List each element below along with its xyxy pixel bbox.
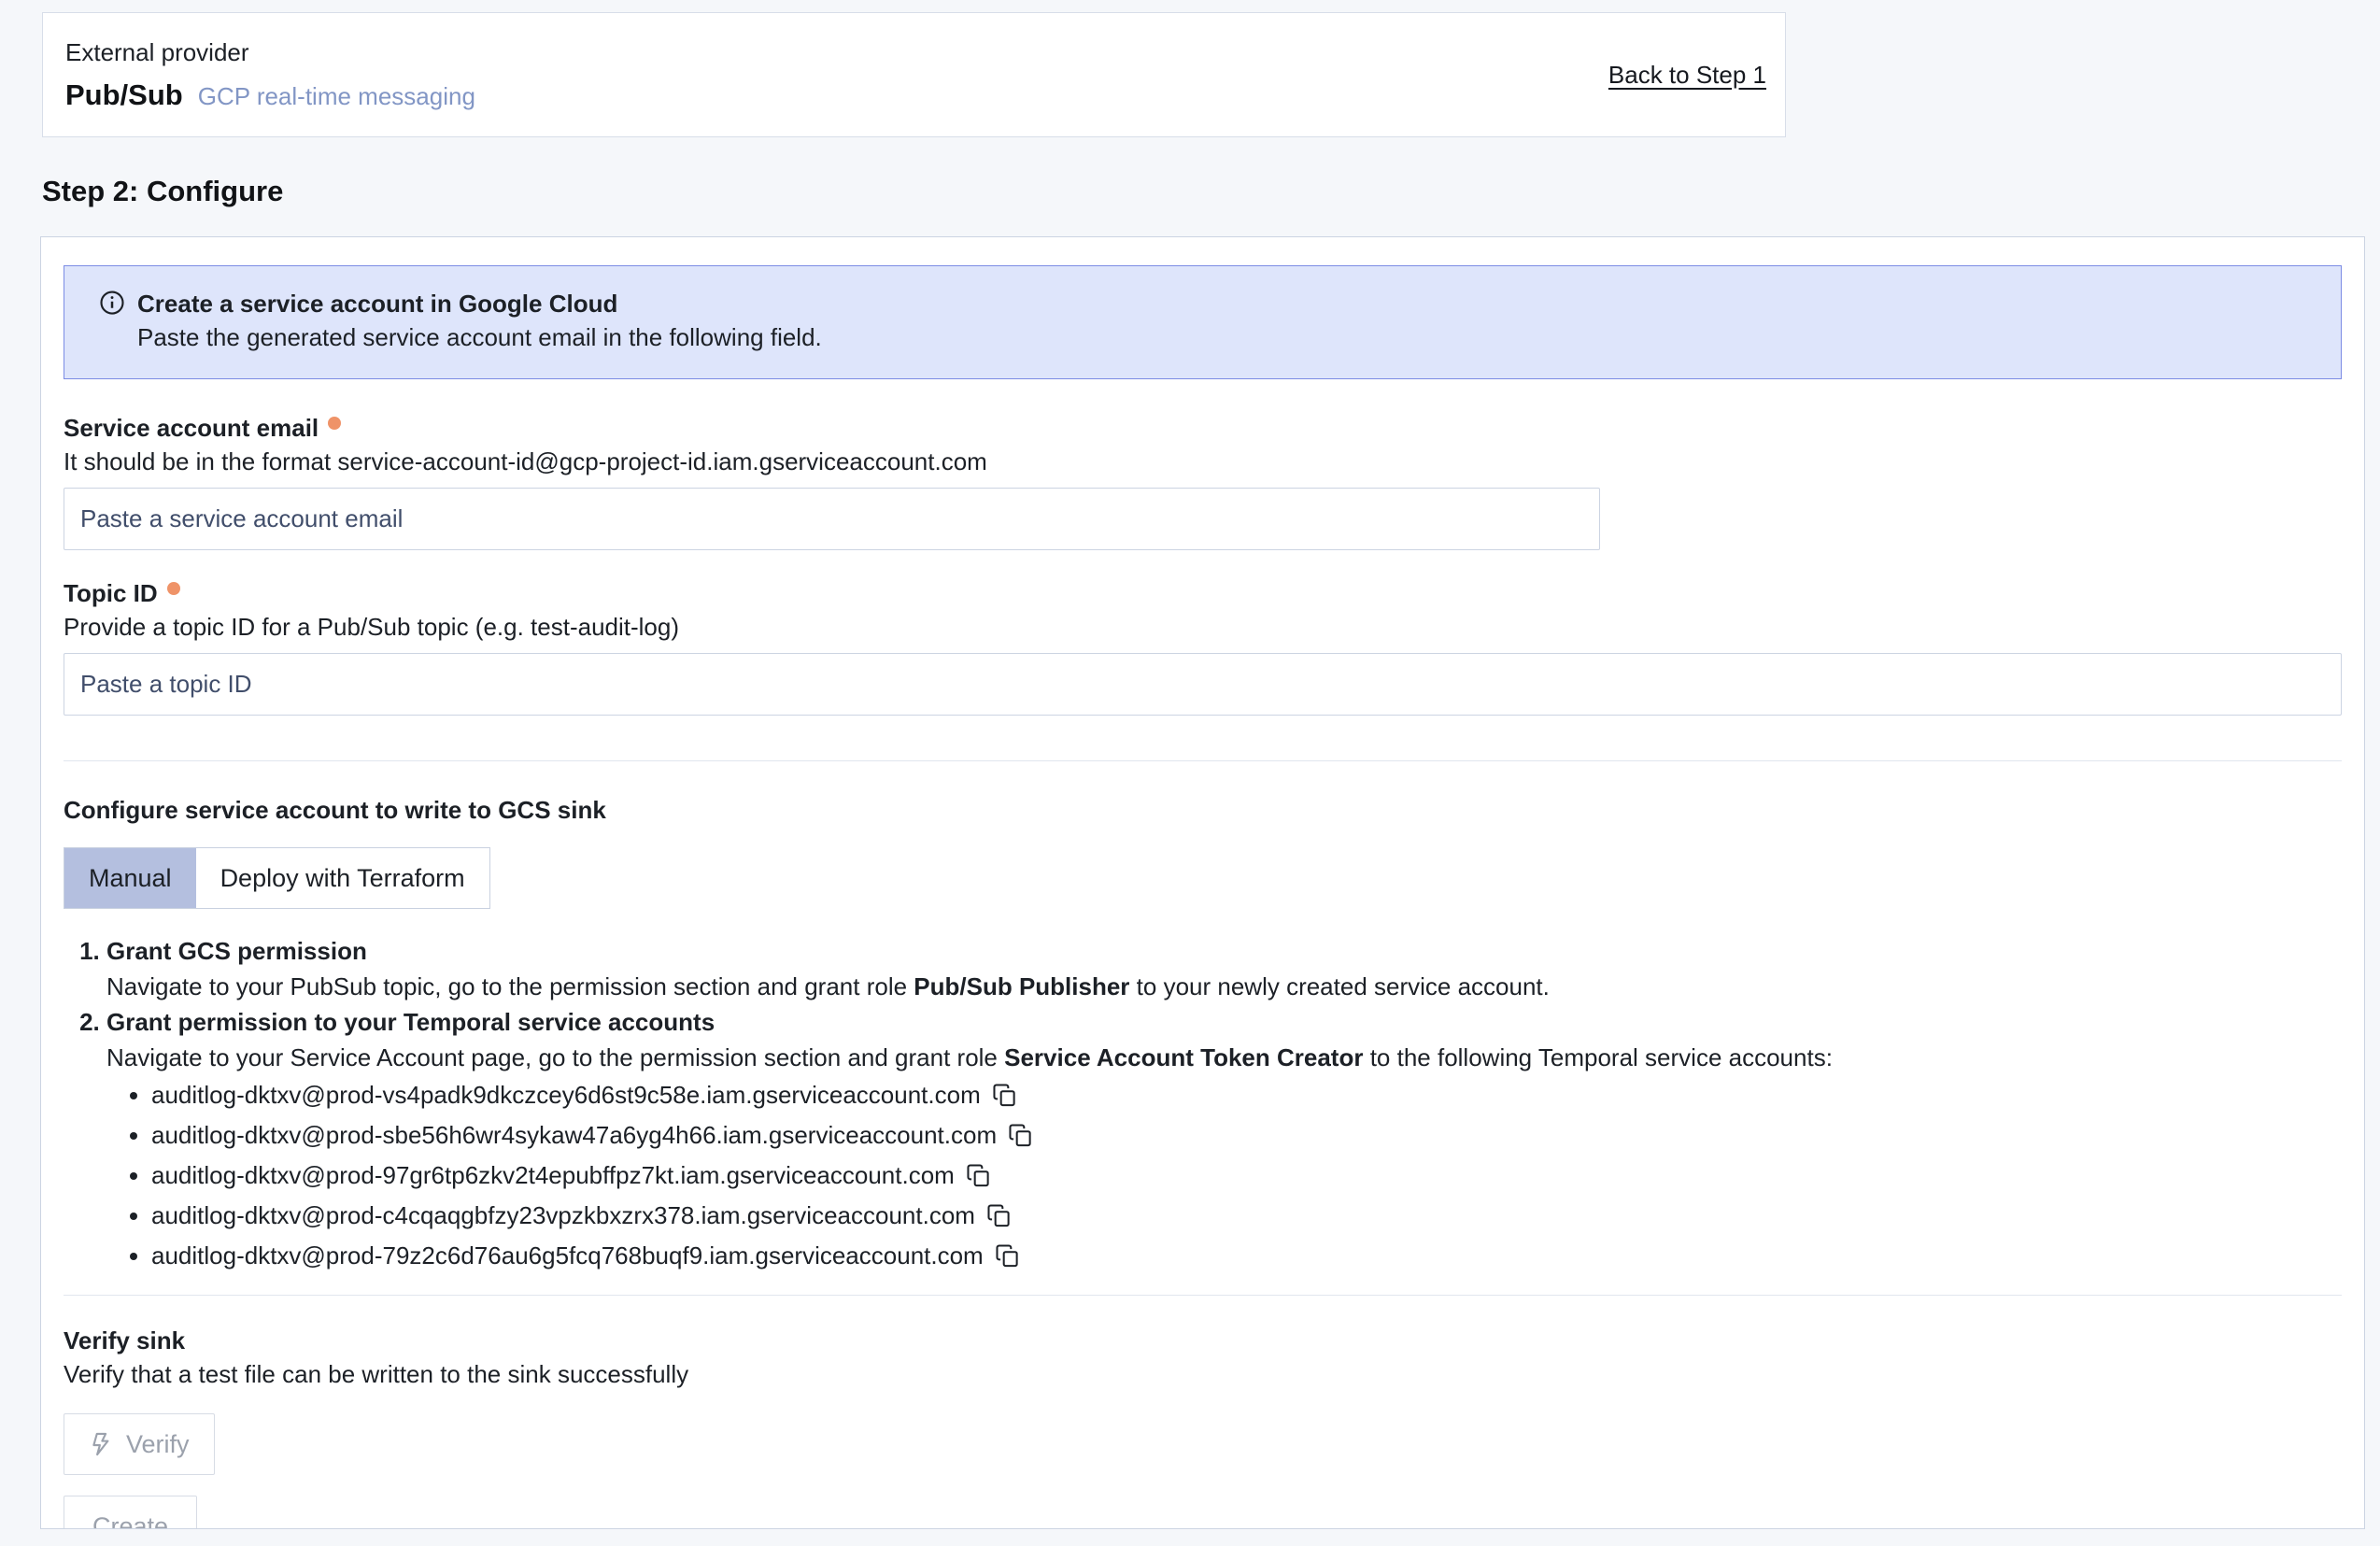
provider-description: GCP real-time messaging [198, 82, 475, 111]
step-2-role-name: Service Account Token Creator [1004, 1043, 1363, 1071]
info-banner-text: Create a service account in Google Cloud… [137, 287, 822, 360]
create-button[interactable]: Create [64, 1496, 197, 1529]
deploy-method-tabs: Manual Deploy with Terraform [64, 847, 490, 909]
page-title: Step 2: Configure [42, 175, 2380, 208]
step-1-body-prefix: Navigate to your PubSub topic, go to the… [106, 972, 914, 1000]
step-2-body-suffix: to the following Temporal service accoun… [1363, 1043, 1832, 1071]
copy-icon[interactable] [992, 1082, 1017, 1117]
instruction-step-2: Grant permission to your Temporal servic… [106, 1004, 2342, 1278]
temporal-service-account-email: auditlog-dktxv@prod-97gr6tp6zkv2t4epubff… [151, 1161, 955, 1189]
topic-id-group: Topic ID Provide a topic ID for a Pub/Su… [64, 576, 2342, 716]
step-1-role-name: Pub/Sub Publisher [914, 972, 1129, 1000]
copy-icon[interactable] [986, 1202, 1012, 1238]
list-item: auditlog-dktxv@prod-vs4padk9dkczcey6d6st… [151, 1077, 2342, 1117]
verify-sink-title: Verify sink [64, 1324, 2342, 1357]
temporal-service-account-email: auditlog-dktxv@prod-vs4padk9dkczcey6d6st… [151, 1081, 981, 1109]
section-divider [64, 1295, 2342, 1296]
step-2-body: Navigate to your Service Account page, g… [106, 1040, 2342, 1075]
temporal-service-account-email: auditlog-dktxv@prod-79z2c6d76au6g5fcq768… [151, 1241, 984, 1269]
step-1-body-suffix: to your newly created service account. [1129, 972, 1549, 1000]
info-banner-description: Paste the generated service account emai… [137, 320, 822, 354]
provider-name: Pub/Sub [65, 78, 183, 112]
list-item: auditlog-dktxv@prod-sbe56h6wr4sykaw47a6y… [151, 1117, 2342, 1157]
service-account-email-input[interactable] [64, 488, 1600, 550]
service-account-email-list: auditlog-dktxv@prod-vs4padk9dkczcey6d6st… [106, 1077, 2342, 1278]
verify-sink-description: Verify that a test file can be written t… [64, 1357, 2342, 1391]
temporal-service-account-email: auditlog-dktxv@prod-sbe56h6wr4sykaw47a6y… [151, 1121, 997, 1149]
tab-manual[interactable]: Manual [64, 848, 196, 908]
step-2-title: Grant permission to your Temporal servic… [106, 1004, 2342, 1040]
provider-name-row: Pub/Sub GCP real-time messaging [65, 78, 475, 112]
provider-card-label: External provider [65, 38, 475, 67]
configure-section-title: Configure service account to write to GC… [64, 793, 2342, 827]
verify-button-label: Verify [126, 1430, 190, 1459]
temporal-service-account-email: auditlog-dktxv@prod-c4cqaqgbfzy23vpzkbxz… [151, 1201, 975, 1229]
list-item: auditlog-dktxv@prod-79z2c6d76au6g5fcq768… [151, 1238, 2342, 1278]
step-1-title: Grant GCS permission [106, 933, 2342, 969]
service-account-email-label: Service account email [64, 411, 319, 445]
topic-id-label-row: Topic ID [64, 576, 2342, 610]
configure-panel: Create a service account in Google Cloud… [40, 236, 2365, 1529]
service-account-email-helper: It should be in the format service-accou… [64, 445, 2342, 478]
instruction-step-1: Grant GCS permission Navigate to your Pu… [106, 933, 2342, 1004]
info-banner-title: Create a service account in Google Cloud [137, 287, 822, 320]
step-1-body: Navigate to your PubSub topic, go to the… [106, 969, 2342, 1004]
back-to-step-1-link[interactable]: Back to Step 1 [1608, 61, 1766, 90]
copy-icon[interactable] [966, 1162, 991, 1198]
info-banner: Create a service account in Google Cloud… [64, 265, 2342, 379]
copy-icon[interactable] [995, 1242, 1020, 1278]
list-item: auditlog-dktxv@prod-c4cqaqgbfzy23vpzkbxz… [151, 1198, 2342, 1238]
required-indicator [167, 582, 180, 595]
instruction-list: Grant GCS permission Navigate to your Pu… [64, 933, 2342, 1278]
step-2-body-prefix: Navigate to your Service Account page, g… [106, 1043, 1004, 1071]
section-divider [64, 760, 2342, 761]
tab-deploy-with-terraform[interactable]: Deploy with Terraform [196, 848, 489, 908]
service-account-email-group: Service account email It should be in th… [64, 411, 2342, 550]
provider-card: External provider Pub/Sub GCP real-time … [42, 12, 1786, 137]
copy-icon[interactable] [1008, 1122, 1033, 1157]
service-account-email-label-row: Service account email [64, 411, 2342, 445]
list-item: auditlog-dktxv@prod-97gr6tp6zkv2t4epubff… [151, 1157, 2342, 1198]
lightning-bolt-icon [89, 1431, 115, 1457]
verify-button[interactable]: Verify [64, 1413, 215, 1475]
create-button-label: Create [92, 1512, 168, 1530]
topic-id-input[interactable] [64, 653, 2342, 716]
required-indicator [328, 417, 341, 430]
topic-id-label: Topic ID [64, 576, 158, 610]
provider-info: External provider Pub/Sub GCP real-time … [65, 38, 475, 112]
info-icon [98, 287, 126, 360]
topic-id-helper: Provide a topic ID for a Pub/Sub topic (… [64, 610, 2342, 644]
verify-button-row: Verify [64, 1391, 2342, 1475]
